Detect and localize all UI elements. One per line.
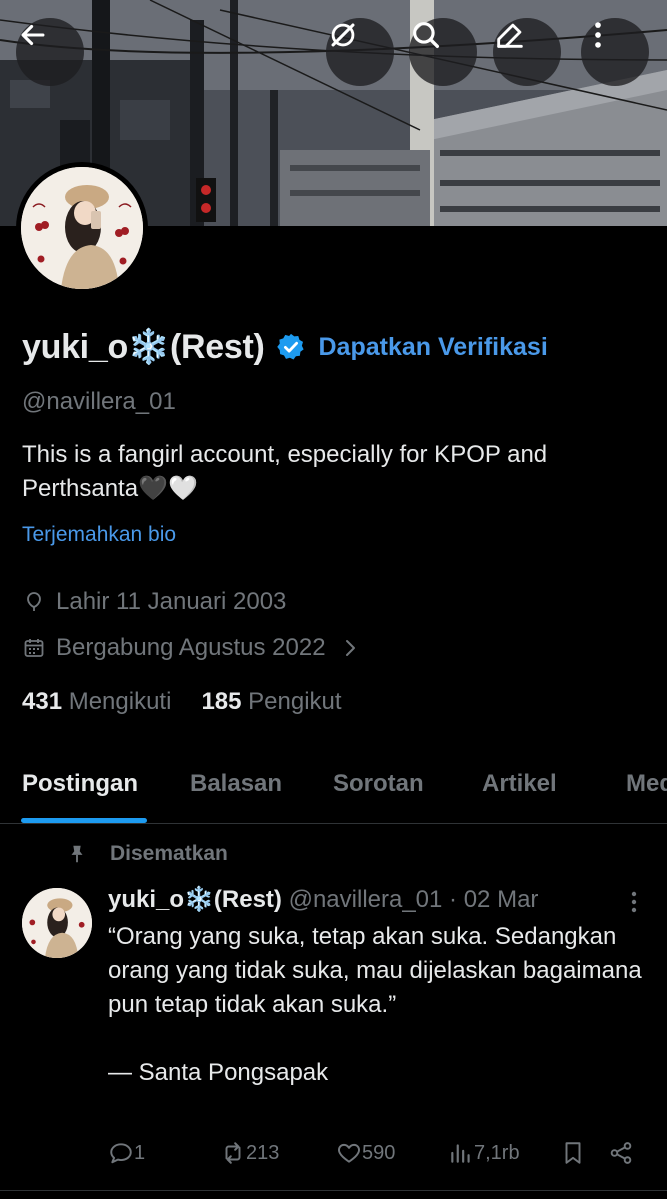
birth-date: Lahir 11 Januari 2003 <box>22 588 286 616</box>
like-count: 590 <box>362 1141 396 1164</box>
views-chart-icon <box>451 1144 470 1163</box>
following-count: 431 <box>22 688 63 715</box>
repost-button[interactable]: 213 <box>220 1140 279 1166</box>
heart-icon <box>338 1143 360 1163</box>
chevron-right-icon <box>345 640 355 656</box>
post-text: “Orang yang suka, tetap akan suka. Sedan… <box>108 923 642 1086</box>
bookmark-icon <box>565 1142 581 1164</box>
edit-profile-button[interactable] <box>493 18 561 86</box>
repost-count: 213 <box>246 1141 280 1164</box>
display-name: yuki_o❄️(Rest) <box>22 328 265 366</box>
grok-icon <box>331 23 355 47</box>
followers-link[interactable]: 185 Pengikut <box>201 688 341 716</box>
birthday-balloon-icon <box>27 592 41 611</box>
follow-stats: 431 Mengikuti 185 Pengikut <box>22 688 372 716</box>
followers-count: 185 <box>201 688 242 715</box>
tab-posts[interactable]: Postingan <box>22 770 138 798</box>
pinned-text: Disematkan <box>110 842 228 865</box>
post-actions: 1 213 590 7,1rb <box>108 1140 648 1172</box>
birth-date-text: Lahir 11 Januari 2003 <box>56 588 287 615</box>
following-link[interactable]: 431 Mengikuti <box>22 688 171 716</box>
calendar-icon <box>24 639 44 657</box>
repost-icon <box>225 1142 241 1164</box>
tab-highlights[interactable]: Sorotan <box>333 770 424 798</box>
reply-icon <box>110 1143 132 1164</box>
profile-tabs: Postingan Balasan Sorotan Artikel Media <box>0 758 667 824</box>
profile-handle: @navillera_01 <box>22 388 176 415</box>
reply-count: 1 <box>134 1141 146 1164</box>
grok-button[interactable] <box>326 18 394 86</box>
get-verified-link[interactable]: Dapatkan Verifikasi <box>318 333 547 362</box>
search-icon <box>413 22 440 49</box>
edit-icon <box>497 23 523 48</box>
search-button[interactable] <box>409 18 477 86</box>
translate-bio-link[interactable]: Terjemahkan bio <box>22 523 176 547</box>
tab-replies[interactable]: Balasan <box>190 770 282 798</box>
bookmark-button[interactable] <box>560 1140 586 1166</box>
post-author-name[interactable]: yuki_o❄️(Rest) <box>108 886 282 913</box>
following-label: Mengikuti <box>68 688 172 715</box>
reply-button[interactable]: 1 <box>108 1140 145 1166</box>
pinned-label: Disematkan <box>66 842 228 866</box>
back-button[interactable] <box>16 18 84 86</box>
arrow-left-icon <box>21 24 45 46</box>
share-icon <box>610 1142 632 1164</box>
verified-badge-icon[interactable] <box>276 332 306 362</box>
like-button[interactable]: 590 <box>336 1140 395 1166</box>
join-date[interactable]: Bergabung Agustus 2022 <box>22 634 372 662</box>
active-tab-indicator <box>21 818 147 823</box>
post-meta: @navillera_01 · 02 Mar <box>288 886 539 913</box>
pin-icon <box>71 845 83 863</box>
views-button[interactable]: 7,1rb <box>448 1140 520 1166</box>
more-options-button[interactable] <box>581 18 649 86</box>
avatar-image <box>21 167 143 289</box>
share-button[interactable] <box>608 1140 634 1166</box>
post-more-icon[interactable] <box>622 888 646 916</box>
tab-media[interactable]: Media <box>626 770 667 798</box>
post-author-avatar[interactable] <box>22 888 92 958</box>
join-date-text: Bergabung Agustus 2022 <box>56 634 326 661</box>
profile-avatar[interactable] <box>16 162 148 294</box>
post-header: yuki_o❄️(Rest) @navillera_01 · 02 Mar <box>108 885 538 914</box>
profile-bio: This is a fangirl account, especially fo… <box>22 441 548 502</box>
tab-articles[interactable]: Artikel <box>482 770 557 798</box>
more-vertical-icon <box>595 22 601 48</box>
views-count: 7,1rb <box>474 1141 520 1164</box>
followers-label: Pengikut <box>248 688 342 715</box>
divider <box>0 1190 667 1191</box>
profile-name-row: yuki_o❄️(Rest) Dapatkan Verifikasi <box>22 322 548 372</box>
